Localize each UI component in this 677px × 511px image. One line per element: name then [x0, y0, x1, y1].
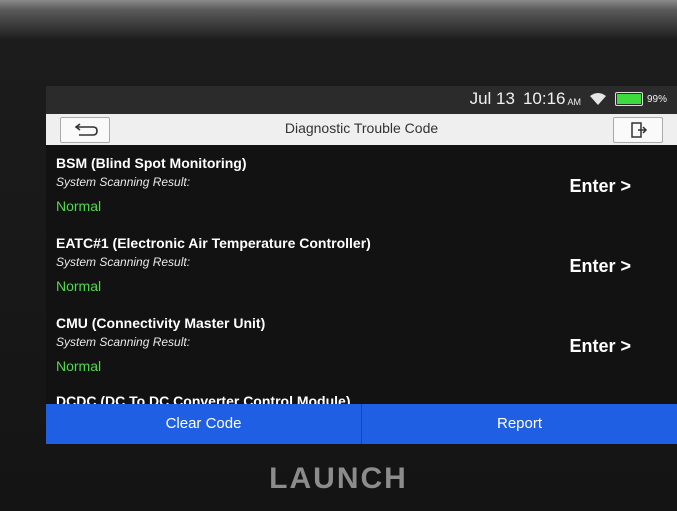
enter-button[interactable]: Enter > [569, 336, 631, 357]
battery-percent: 99% [646, 93, 667, 105]
status-time: 10:16 [522, 89, 566, 108]
title-bar: Diagnostic Trouble Code [46, 114, 677, 145]
list-item: EATC#1 (Electronic Air Temperature Contr… [46, 225, 677, 305]
exit-button[interactable] [613, 117, 663, 143]
battery-icon [614, 92, 643, 106]
list-item[interactable]: DCDC (DC To DC Converter Control Module) [46, 385, 677, 404]
module-list: BSM (Blind Spot Monitoring) System Scann… [46, 145, 677, 404]
scan-result-label: System Scanning Result: [56, 335, 191, 349]
battery-fill [616, 94, 641, 104]
wifi-icon [589, 93, 606, 105]
list-item: BSM (Blind Spot Monitoring) System Scann… [46, 145, 677, 225]
brand-logo: LAUNCH [269, 462, 408, 495]
list-item: CMU (Connectivity Master Unit) System Sc… [46, 305, 677, 385]
scan-status: Normal [56, 198, 102, 214]
scan-status: Normal [56, 278, 102, 294]
exit-icon [631, 122, 648, 138]
scan-status: Normal [56, 358, 102, 374]
action-bar: Clear Code Report [46, 404, 677, 444]
status-ampm: AM [567, 97, 581, 107]
status-bar: Jul 13 10:16 AM 99% [46, 86, 677, 114]
page-title: Diagnostic Trouble Code [284, 120, 439, 136]
module-title: CMU (Connectivity Master Unit) [56, 315, 266, 331]
clear-code-button[interactable]: Clear Code [46, 404, 362, 444]
enter-button[interactable]: Enter > [569, 176, 631, 197]
module-title: BSM (Blind Spot Monitoring) [56, 155, 247, 171]
device-screen: Jul 13 10:16 AM 99% Diagnostic Trouble C… [46, 86, 677, 444]
report-button[interactable]: Report [362, 404, 677, 444]
scan-result-label: System Scanning Result: [56, 255, 191, 269]
status-date: Jul 13 [469, 89, 515, 108]
enter-button[interactable]: Enter > [569, 256, 631, 277]
module-title: DCDC (DC To DC Converter Control Module) [56, 393, 351, 404]
module-title: EATC#1 (Electronic Air Temperature Contr… [56, 235, 371, 251]
scan-result-label: System Scanning Result: [56, 175, 191, 189]
status-right: Jul 13 10:16 AM 99% [470, 89, 667, 109]
